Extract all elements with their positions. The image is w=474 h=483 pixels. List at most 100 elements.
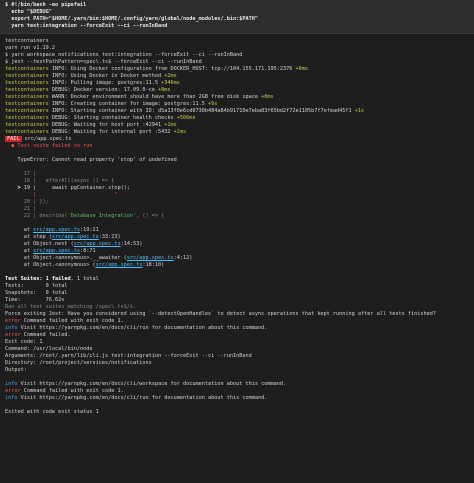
log-timing: +2ms bbox=[164, 73, 177, 79]
log-message: WARN: Docker environment should have mor… bbox=[48, 94, 262, 100]
code-line: 18 | afterAll(async () => { bbox=[5, 178, 115, 184]
fail-file: src/app.spec.ts bbox=[21, 136, 72, 142]
code-string: 'Database Integration' bbox=[67, 213, 137, 219]
stack-link[interactable]: src/app.spec.ts bbox=[33, 248, 80, 254]
error-line: error Command failed with exit code 1. bbox=[5, 388, 124, 394]
log-timing: +0ms bbox=[261, 94, 274, 100]
summary-tests: Tests: 0 total bbox=[5, 283, 68, 289]
log-source: testcontainers bbox=[5, 129, 49, 135]
output-label-line: Output: bbox=[5, 367, 27, 373]
failed-count: 1 failed bbox=[45, 276, 71, 282]
log-source: testcontainers bbox=[5, 80, 49, 86]
terminal-window: $ #!/bin/bash -eo pipefail echo "$DEBUG"… bbox=[0, 0, 474, 483]
log-timing: +8ms bbox=[158, 87, 171, 93]
code-line: 21 | bbox=[5, 206, 37, 212]
log-source: testcontainers bbox=[5, 108, 49, 114]
error-line: error Command failed with exit code 1. bbox=[5, 318, 124, 324]
fail-badge: FAIL bbox=[5, 136, 22, 142]
exit-code-line: Exit code: 1 bbox=[5, 339, 43, 345]
code-line: 22 | describe('Database Integration', ()… bbox=[5, 213, 165, 219]
log-message: DEBUG: Waiting for internal port :5432 bbox=[48, 129, 174, 135]
log-message: DEBUG: Docker version: 17.09.0-ce bbox=[48, 87, 159, 93]
type-error-line: TypeError: Cannot read property 'stop' o… bbox=[5, 157, 177, 163]
summary-ran: Ran all test suites matching /spec\.ts$/… bbox=[5, 304, 137, 310]
summary-time: Time: 76.62s bbox=[5, 297, 65, 303]
stack-link[interactable]: src/app.spec.ts bbox=[74, 241, 121, 247]
log-line: testcontainers WARN: Docker environment … bbox=[5, 94, 469, 101]
log-line: testcontainers DEBUG: Waiting for host p… bbox=[5, 122, 469, 129]
log-source: testcontainers bbox=[5, 115, 49, 121]
summary-suites: Test Suites: 1 failed, 1 total bbox=[5, 276, 99, 282]
fail-line: FAIL src/app.spec.ts bbox=[5, 136, 469, 143]
code-line: 17 | bbox=[5, 171, 37, 177]
log-line: testcontainers INFO: Pulling image: post… bbox=[5, 80, 469, 87]
exit-status-line: Exited with code exit status 1 bbox=[5, 409, 99, 415]
error-line: error Command failed. bbox=[5, 332, 71, 338]
command-line: $ #!/bin/bash -eo pipefail bbox=[5, 2, 87, 8]
output-line: testcontainers bbox=[5, 38, 49, 44]
info-line: info Visit https://yarnpkg.com/en/docs/c… bbox=[5, 325, 268, 331]
error-label: error bbox=[5, 388, 21, 394]
command-info-line: Command: /usr/local/bin/node bbox=[5, 346, 93, 352]
log-timing: +0ms bbox=[295, 66, 308, 72]
info-label: info bbox=[5, 395, 18, 401]
log-line: testcontainers INFO: Creating container … bbox=[5, 101, 469, 108]
info-line: info Visit https://yarnpkg.com/en/docs/c… bbox=[5, 381, 287, 387]
log-message: INFO: Using Docker in Docker method bbox=[48, 73, 165, 79]
log-line: testcontainers DEBUG: Waiting for intern… bbox=[5, 129, 469, 136]
summary-snapshots: Snapshots: 0 total bbox=[5, 290, 68, 296]
log-message: INFO: Creating container for image: post… bbox=[48, 101, 209, 107]
log-source: testcontainers bbox=[5, 101, 49, 107]
log-source: testcontainers bbox=[5, 94, 49, 100]
suite-failed-line: ● Test suite failed to run bbox=[5, 143, 93, 149]
command-line: export PATH="$HOME/.yarn/bin:$HOME/.conf… bbox=[5, 16, 258, 22]
stack-line: at src/app.spec.ts:19:21 bbox=[5, 227, 99, 233]
log-line: testcontainers INFO: Starting container … bbox=[5, 108, 469, 115]
stack-line: at Object.next (src/app.spec.ts:14:53) bbox=[5, 241, 143, 247]
log-message: DEBUG: Starting container health checks bbox=[48, 115, 177, 121]
log-message: INFO: Starting container with ID: d5a13f… bbox=[48, 108, 355, 114]
command-line: yarn test:integration --forceExit --ci -… bbox=[5, 23, 168, 29]
log-timing: +1s bbox=[354, 108, 365, 114]
log-message: INFO: Using Docker configuration from DO… bbox=[48, 66, 296, 72]
log-source: testcontainers bbox=[5, 73, 49, 79]
terminal-output: testcontainers yarn run v1.19.2 $ yarn w… bbox=[0, 34, 474, 416]
code-line-highlight: > 19 | await pgContainer.stop(); bbox=[5, 185, 469, 192]
code-line: 20 | }); bbox=[5, 199, 49, 205]
log-timing: +506ms bbox=[176, 115, 196, 121]
log-line: testcontainers INFO: Using Docker config… bbox=[5, 66, 469, 73]
log-timing: +9s bbox=[208, 101, 218, 107]
force-exit-line: Force exiting Jest: Have you considered … bbox=[5, 311, 436, 317]
log-message: DEBUG: Waiting for host port :42941 bbox=[48, 122, 165, 128]
log-source: testcontainers bbox=[5, 87, 49, 93]
info-line: info Visit https://yarnpkg.com/en/docs/c… bbox=[5, 395, 268, 401]
stack-line: at step (src/app.spec.ts:33:23) bbox=[5, 234, 121, 240]
error-label: error bbox=[5, 318, 21, 324]
output-line: yarn run v1.19.2 bbox=[5, 45, 55, 51]
code-caret-line: | ^ bbox=[5, 192, 118, 198]
output-line: $ yarn workspace notifications test:inte… bbox=[5, 52, 243, 58]
stack-line: at Object.<anonymous> (src/app.spec.ts:1… bbox=[5, 262, 165, 268]
info-label: info bbox=[5, 381, 18, 387]
stack-link[interactable]: src/app.spec.ts bbox=[127, 255, 174, 261]
error-label: error bbox=[5, 332, 21, 338]
log-line: testcontainers DEBUG: Starting container… bbox=[5, 115, 469, 122]
directory-line: Directory: /root/project/services/notifi… bbox=[5, 360, 152, 366]
log-source: testcontainers bbox=[5, 122, 49, 128]
info-label: info bbox=[5, 325, 18, 331]
stack-link[interactable]: src/app.spec.ts bbox=[33, 227, 80, 233]
stack-link[interactable]: src/app.spec.ts bbox=[52, 234, 99, 240]
code-text: 19 | await pgContainer.stop(); bbox=[23, 185, 130, 191]
stack-line: at Object.<anonymous>.__awaiter (src/app… bbox=[5, 255, 193, 261]
command-header: $ #!/bin/bash -eo pipefail echo "$DEBUG"… bbox=[0, 0, 474, 34]
stack-link[interactable]: src/app.spec.ts bbox=[96, 262, 143, 268]
log-line: testcontainers INFO: Using Docker in Doc… bbox=[5, 73, 469, 80]
log-message: INFO: Pulling image: postgres:11.5 bbox=[48, 80, 162, 86]
output-line: $ jest --testPathPattern=spec\.ts$ --for… bbox=[5, 59, 202, 65]
log-timing: +2ms bbox=[173, 129, 187, 135]
error-marker: > bbox=[5, 185, 24, 191]
stack-line: at src/app.spec.ts:8:71 bbox=[5, 248, 96, 254]
arguments-line: Arguments: /root/.yarn/lib/cli.js test:i… bbox=[5, 353, 252, 359]
command-line: echo "$DEBUG" bbox=[5, 9, 52, 15]
log-line: testcontainers DEBUG: Docker version: 17… bbox=[5, 87, 469, 94]
